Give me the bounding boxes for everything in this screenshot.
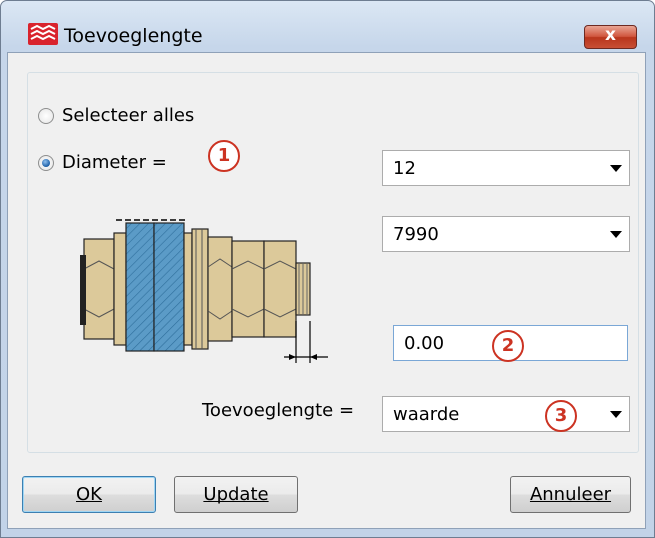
toevoeglengte-label: Toevoeglengte =: [202, 400, 355, 421]
diameter-label: Diameter =: [62, 152, 167, 173]
diameter-dropdown[interactable]: 12: [382, 150, 630, 186]
callout-3: 3: [545, 400, 577, 432]
tekla-app-icon: [28, 23, 58, 45]
chevron-down-icon: [610, 411, 622, 418]
length-value: 0.00: [404, 333, 445, 354]
radio-select-all-circle[interactable]: [38, 107, 54, 124]
diameter-value: 12: [393, 158, 416, 179]
standard-value: 7990: [393, 224, 439, 245]
toevoeglengte-dropdown[interactable]: waarde: [382, 396, 630, 432]
callout-1: 1: [208, 140, 240, 172]
bolt-assembly-icon: [80, 219, 328, 363]
update-button[interactable]: Update: [174, 476, 298, 513]
radio-select-all[interactable]: Selecteer alles: [38, 105, 194, 126]
select-all-label: Selecteer alles: [62, 105, 195, 126]
close-icon: x: [605, 25, 616, 45]
window-title: Toevoeglengte: [64, 25, 203, 47]
update-button-label: Update: [203, 484, 269, 505]
chevron-down-icon: [610, 165, 622, 172]
callout-2: 2: [492, 330, 524, 362]
ok-button[interactable]: OK: [22, 476, 156, 513]
chevron-down-icon: [610, 231, 622, 238]
cancel-button[interactable]: Annuleer: [510, 476, 631, 513]
cancel-button-label: Annuleer: [529, 484, 612, 505]
radio-diameter[interactable]: Diameter =: [38, 152, 167, 173]
close-button[interactable]: x: [584, 25, 637, 49]
title-bar[interactable]: Toevoeglengte x: [1, 1, 654, 51]
radio-diameter-circle[interactable]: [38, 154, 54, 171]
standard-dropdown[interactable]: 7990: [382, 216, 630, 252]
toevoeglengte-value: waarde: [393, 404, 460, 425]
ok-button-label: OK: [76, 484, 102, 505]
